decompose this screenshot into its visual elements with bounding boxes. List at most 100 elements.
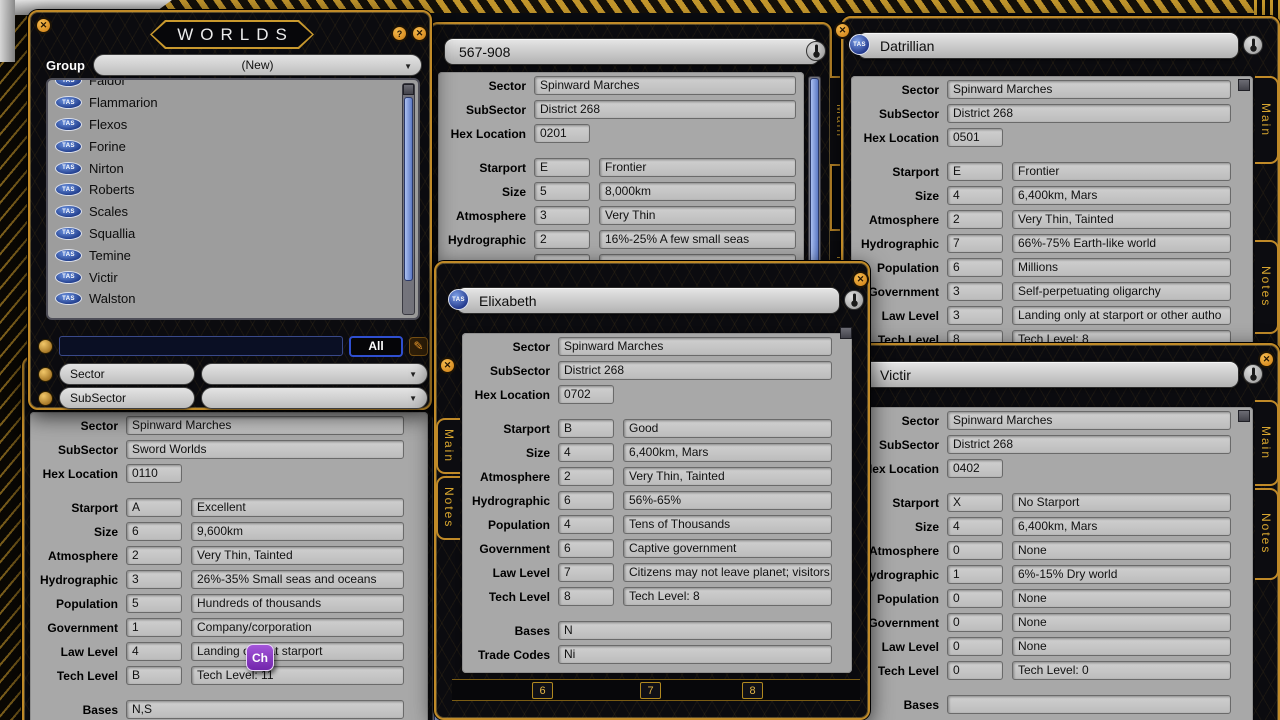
law-code-field[interactable]: 3 bbox=[947, 306, 1003, 325]
starport-code-field[interactable]: A bbox=[126, 498, 182, 517]
list-item[interactable]: TASFlexos bbox=[52, 114, 396, 136]
list-item[interactable]: TASScales bbox=[52, 201, 396, 223]
size-desc-field[interactable]: 8,000km bbox=[599, 182, 796, 201]
government-code-field[interactable]: 0 bbox=[947, 613, 1003, 632]
atmosphere-code-field[interactable]: 2 bbox=[558, 467, 614, 486]
hydrographic-code-field[interactable]: 7 bbox=[947, 234, 1003, 253]
size-desc-field[interactable]: 6,400km, Mars bbox=[623, 443, 832, 462]
population-code-field[interactable]: 0 bbox=[947, 589, 1003, 608]
close-icon[interactable]: ✕ bbox=[1258, 351, 1275, 368]
population-code-field[interactable]: 6 bbox=[947, 258, 1003, 277]
law-code-field[interactable]: 4 bbox=[126, 642, 182, 661]
population-desc-field[interactable]: Millions bbox=[1012, 258, 1231, 277]
sector-field[interactable]: Spinward Marches bbox=[534, 76, 796, 95]
bases-field[interactable] bbox=[947, 695, 1231, 714]
thermometer-icon[interactable] bbox=[844, 290, 864, 310]
hydrographic-code-field[interactable]: 1 bbox=[947, 565, 1003, 584]
law-code-field[interactable]: 7 bbox=[558, 563, 614, 582]
hex-field[interactable]: 0501 bbox=[947, 128, 1003, 147]
size-desc-field[interactable]: 6,400km, Mars bbox=[1012, 186, 1231, 205]
hydrographic-desc-field[interactable]: 66%-75% Earth-like world bbox=[1012, 234, 1231, 253]
atmosphere-code-field[interactable]: 3 bbox=[534, 206, 590, 225]
size-code-field[interactable]: 6 bbox=[126, 522, 182, 541]
starport-desc-field[interactable]: Excellent bbox=[191, 498, 404, 517]
tech-code-field[interactable]: B bbox=[126, 666, 182, 685]
sector-field[interactable]: Spinward Marches bbox=[947, 80, 1231, 99]
hydrographic-desc-field[interactable]: 26%-35% Small seas and oceans bbox=[191, 570, 404, 589]
scroll-button[interactable] bbox=[403, 84, 414, 95]
subsector-field[interactable]: District 268 bbox=[534, 100, 796, 119]
size-desc-field[interactable]: 6,400km, Mars bbox=[1012, 517, 1231, 536]
law-code-field[interactable]: 0 bbox=[947, 637, 1003, 656]
tech-desc-field[interactable]: Tech Level: 0 bbox=[1012, 661, 1231, 680]
tab-notes[interactable]: Notes bbox=[1255, 240, 1279, 334]
subsector-field[interactable]: District 268 bbox=[947, 435, 1231, 454]
hydrographic-desc-field[interactable]: 16%-25% A few small seas bbox=[599, 230, 796, 249]
subsector-field[interactable]: Sword Worlds bbox=[126, 440, 404, 459]
sector-field[interactable]: Spinward Marches bbox=[947, 411, 1231, 430]
hex-field[interactable]: 0402 bbox=[947, 459, 1003, 478]
hydrographic-code-field[interactable]: 2 bbox=[534, 230, 590, 249]
size-code-field[interactable]: 4 bbox=[947, 186, 1003, 205]
list-item[interactable]: TASFaldor bbox=[52, 78, 396, 92]
group-select[interactable]: (New) ▼ bbox=[93, 54, 422, 76]
tech-desc-field[interactable]: Tech Level: 8 bbox=[623, 587, 832, 606]
scroll-button[interactable] bbox=[840, 327, 852, 339]
thermometer-icon[interactable] bbox=[1243, 35, 1263, 55]
tab-notes[interactable]: Notes bbox=[436, 476, 460, 540]
filter-icon[interactable] bbox=[38, 367, 53, 382]
edit-pencil-icon[interactable]: ✎ bbox=[409, 337, 428, 356]
list-item[interactable]: TASSquallia bbox=[52, 223, 396, 245]
all-button[interactable]: All bbox=[349, 336, 403, 357]
population-code-field[interactable]: 4 bbox=[558, 515, 614, 534]
list-item[interactable]: TASWalston bbox=[52, 288, 396, 310]
list-item[interactable]: TASForine bbox=[52, 135, 396, 157]
population-desc-field[interactable]: Hundreds of thousands bbox=[191, 594, 404, 613]
search-icon[interactable] bbox=[38, 339, 53, 354]
close-icon[interactable]: ✕ bbox=[852, 271, 869, 288]
population-desc-field[interactable]: Tens of Thousands bbox=[623, 515, 832, 534]
window-title-field[interactable]: Victir bbox=[857, 361, 1239, 388]
starport-desc-field[interactable]: Good bbox=[623, 419, 832, 438]
subsector-field[interactable]: District 268 bbox=[558, 361, 832, 380]
atmosphere-desc-field[interactable]: Very Thin, Tainted bbox=[623, 467, 832, 486]
atmosphere-desc-field[interactable]: Very Thin, Tainted bbox=[191, 546, 404, 565]
window-title-field[interactable]: Datrillian bbox=[857, 32, 1239, 59]
list-item[interactable]: TASFlammarion bbox=[52, 92, 396, 114]
tab-main[interactable]: Main bbox=[1255, 76, 1279, 164]
thermometer-icon[interactable] bbox=[806, 41, 826, 61]
subsector-filter-value[interactable]: ▼ bbox=[201, 387, 428, 409]
law-desc-field[interactable]: Landing only at starport bbox=[191, 642, 404, 661]
size-code-field[interactable]: 4 bbox=[558, 443, 614, 462]
hex-slider-stop[interactable]: 6 bbox=[532, 682, 553, 699]
hydrographic-desc-field[interactable]: 6%-15% Dry world bbox=[1012, 565, 1231, 584]
hex-field[interactable]: 0110 bbox=[126, 464, 182, 483]
close-icon[interactable]: ✕ bbox=[834, 22, 851, 39]
population-desc-field[interactable]: None bbox=[1012, 589, 1231, 608]
starport-code-field[interactable]: B bbox=[558, 419, 614, 438]
bases-field[interactable]: N,S bbox=[126, 700, 404, 719]
close-icon[interactable]: ✕ bbox=[411, 25, 428, 42]
hydrographic-code-field[interactable]: 3 bbox=[126, 570, 182, 589]
list-item[interactable]: TASRoberts bbox=[52, 179, 396, 201]
starport-desc-field[interactable]: Frontier bbox=[599, 158, 796, 177]
law-desc-field[interactable]: Citizens may not leave planet; visitors … bbox=[623, 563, 832, 582]
government-code-field[interactable]: 6 bbox=[558, 539, 614, 558]
tab-main[interactable]: Main bbox=[436, 418, 460, 474]
size-code-field[interactable]: 5 bbox=[534, 182, 590, 201]
starport-code-field[interactable]: E bbox=[947, 162, 1003, 181]
government-desc-field[interactable]: None bbox=[1012, 613, 1231, 632]
sector-filter[interactable]: Sector bbox=[59, 363, 195, 385]
hex-field[interactable]: 0201 bbox=[534, 124, 590, 143]
starport-code-field[interactable]: E bbox=[534, 158, 590, 177]
sector-field[interactable]: Spinward Marches bbox=[126, 416, 404, 435]
search-input[interactable] bbox=[59, 336, 343, 356]
starport-code-field[interactable]: X bbox=[947, 493, 1003, 512]
government-code-field[interactable]: 3 bbox=[947, 282, 1003, 301]
list-item[interactable]: TASNirton bbox=[52, 157, 396, 179]
scrollbar[interactable] bbox=[402, 83, 415, 315]
government-desc-field[interactable]: Captive government bbox=[623, 539, 832, 558]
scrollbar-thumb[interactable] bbox=[404, 97, 413, 281]
starport-desc-field[interactable]: No Starport bbox=[1012, 493, 1231, 512]
sector-field[interactable]: Spinward Marches bbox=[558, 337, 832, 356]
